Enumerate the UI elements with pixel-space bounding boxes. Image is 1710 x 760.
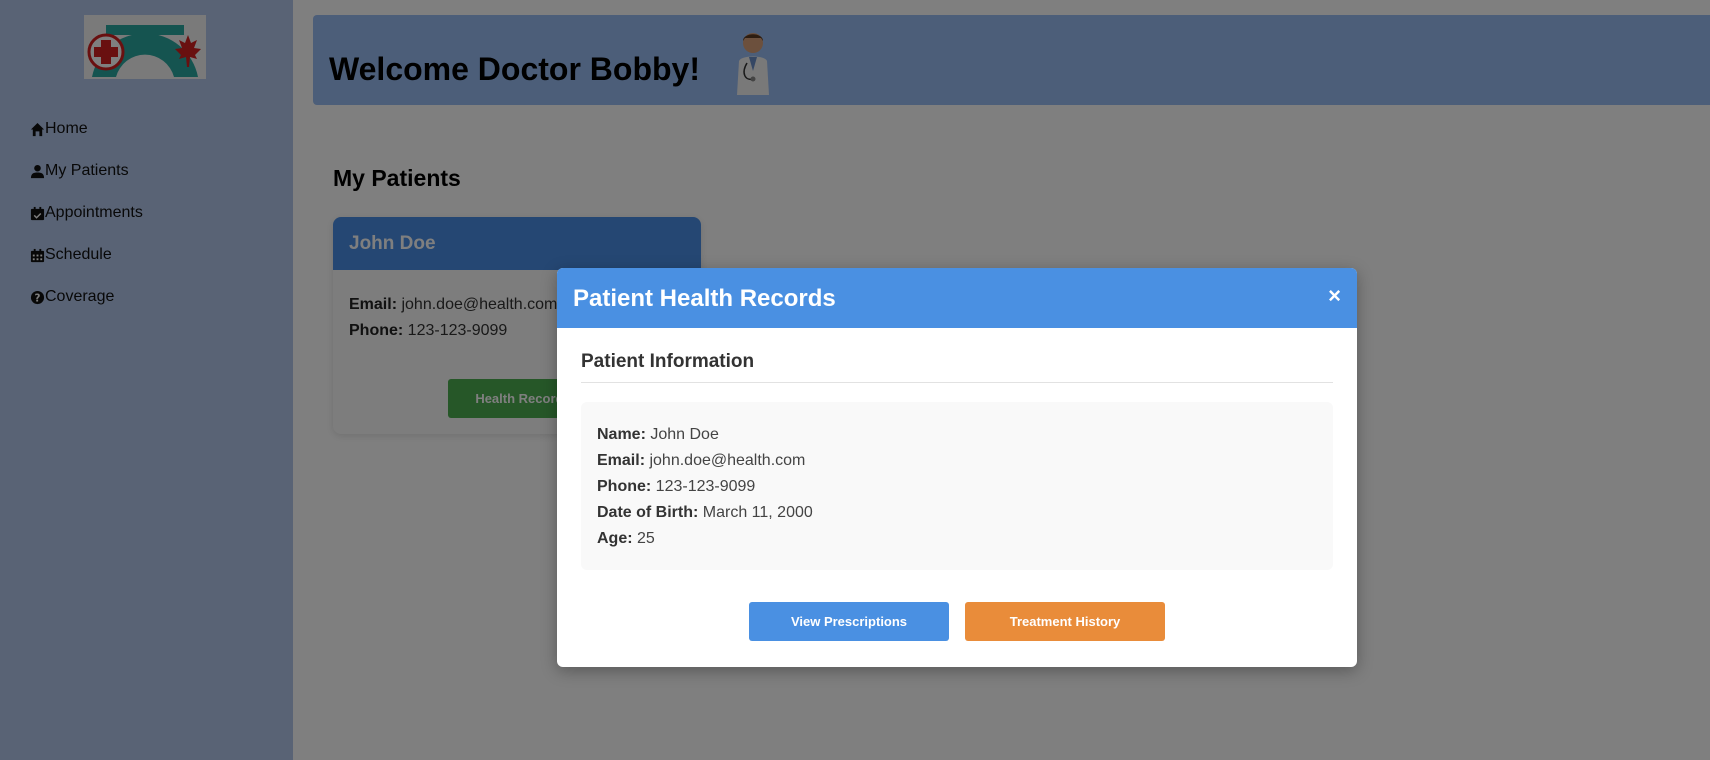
field-label: Name:	[597, 426, 646, 443]
info-row-email: Email: john.doe@health.com	[597, 448, 1317, 474]
close-icon[interactable]: ×	[1328, 284, 1341, 308]
modal-body: Patient Information Name: John Doe Email…	[581, 328, 1333, 667]
view-prescriptions-button[interactable]: View Prescriptions	[749, 602, 949, 641]
modal-title: Patient Health Records	[573, 285, 836, 312]
field-value: 123-123-9099	[655, 478, 756, 495]
patient-info-box: Name: John Doe Email: john.doe@health.co…	[581, 402, 1333, 570]
field-value: 25	[637, 530, 655, 547]
field-value: John Doe	[650, 426, 719, 443]
field-label: Email:	[597, 452, 646, 469]
field-value: March 11, 2000	[702, 504, 813, 521]
modal-actions: View Prescriptions Treatment History	[581, 602, 1333, 641]
field-label: Date of Birth:	[597, 504, 699, 521]
modal-header: Patient Health Records ×	[557, 268, 1357, 328]
treatment-history-button[interactable]: Treatment History	[965, 602, 1165, 641]
field-value: john.doe@health.com	[649, 452, 806, 469]
info-row-age: Age: 25	[597, 526, 1317, 552]
divider	[581, 382, 1333, 383]
field-label: Age:	[597, 530, 633, 547]
health-records-modal: Patient Health Records × Patient Informa…	[557, 268, 1357, 667]
patient-information-heading: Patient Information	[581, 351, 755, 372]
info-row-phone: Phone: 123-123-9099	[597, 474, 1317, 500]
info-row-name: Name: John Doe	[597, 422, 1317, 448]
field-label: Phone:	[597, 478, 652, 495]
info-row-dob: Date of Birth: March 11, 2000	[597, 500, 1317, 526]
